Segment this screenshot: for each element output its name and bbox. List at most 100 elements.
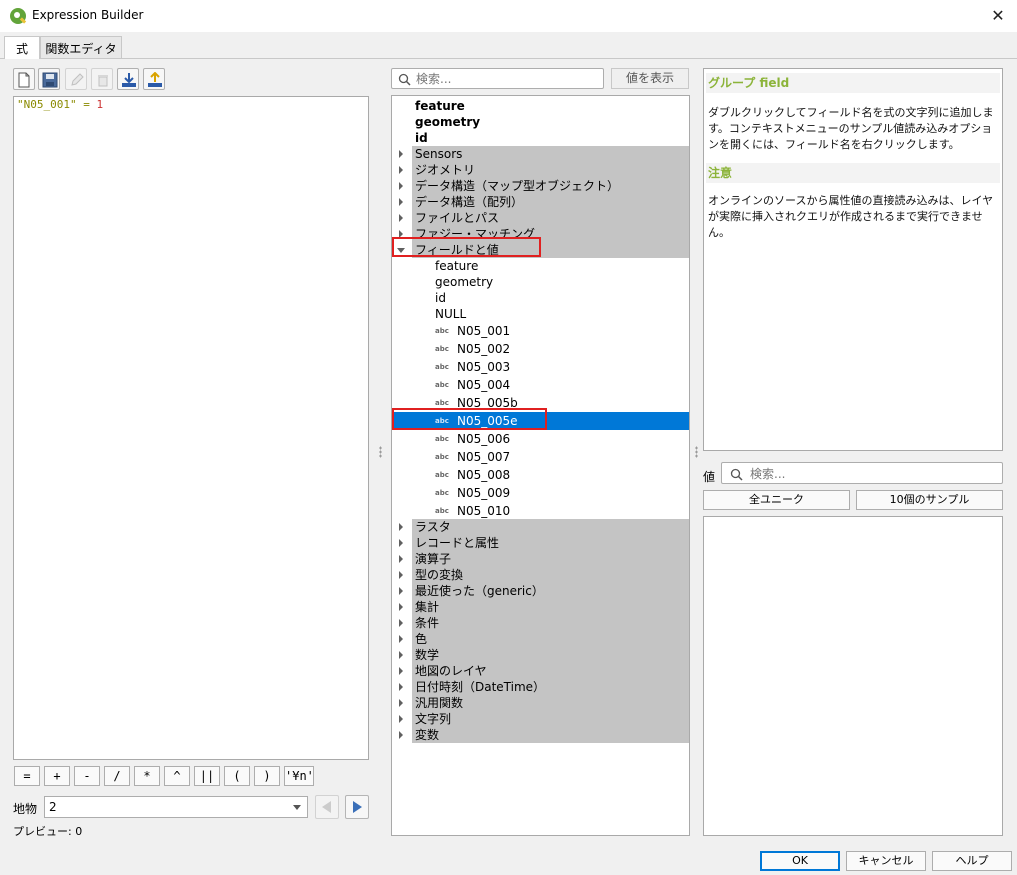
show-values-button[interactable]: 値を表示 — [611, 68, 689, 89]
tree-group-color[interactable]: 色 — [399, 631, 689, 647]
expand-arrow-icon[interactable] — [399, 651, 403, 659]
splitter-handle-right[interactable] — [695, 446, 698, 458]
expand-arrow-icon[interactable] — [399, 555, 403, 563]
function-tree[interactable]: feature geometry id Sensors ジオメトリ データ構造（… — [391, 95, 690, 836]
function-search-box[interactable] — [391, 68, 604, 89]
values-search-input[interactable] — [750, 466, 990, 482]
help-button[interactable]: ヘルプ — [932, 851, 1012, 871]
op-multiply-button[interactable]: * — [134, 766, 160, 786]
feature-combobox[interactable]: 2 — [44, 796, 308, 818]
field-name: N05_009 — [457, 486, 511, 500]
values-search-box[interactable] — [721, 462, 1003, 484]
tree-group-label: 条件 — [415, 616, 440, 630]
tree-group-string[interactable]: 文字列 — [399, 711, 689, 727]
expand-arrow-icon[interactable] — [399, 603, 403, 611]
tree-item-geometry[interactable]: geometry — [432, 274, 689, 290]
expand-arrow-icon[interactable] — [399, 683, 403, 691]
tree-item-geometry[interactable]: geometry — [412, 114, 689, 130]
tree-field-item[interactable]: abc N05_003 — [432, 358, 689, 376]
expand-arrow-icon[interactable] — [399, 667, 403, 675]
tree-group-label: ファイルとパス — [415, 211, 500, 225]
expand-arrow-icon[interactable] — [399, 198, 403, 206]
op-newline-button[interactable]: '¥n' — [284, 766, 314, 786]
op-plus-button[interactable]: + — [44, 766, 70, 786]
tree-field-item[interactable]: abc N05_002 — [432, 340, 689, 358]
all-unique-button[interactable]: 全ユニーク — [703, 490, 850, 510]
close-button[interactable]: ✕ — [980, 3, 1016, 29]
tree-field-item[interactable]: abc N05_004 — [432, 376, 689, 394]
expand-arrow-icon[interactable] — [399, 214, 403, 222]
export-button[interactable] — [143, 68, 165, 90]
tree-group-geometry[interactable]: ジオメトリ — [399, 162, 689, 178]
expand-arrow-icon[interactable] — [399, 166, 403, 174]
tree-field-item[interactable]: abc N05_009 — [432, 484, 689, 502]
tree-group-conversions[interactable]: 型の変換 — [399, 567, 689, 583]
tree-field-item[interactable]: abc N05_006 — [432, 430, 689, 448]
expand-arrow-icon[interactable] — [399, 539, 403, 547]
field-name: N05_003 — [457, 360, 511, 374]
tree-group-label: 汎用関数 — [415, 696, 464, 710]
tree-group-record-attributes[interactable]: レコードと属性 — [399, 535, 689, 551]
save-button[interactable] — [38, 68, 60, 90]
tree-group-raster[interactable]: ラスタ — [399, 519, 689, 535]
expand-arrow-icon[interactable] — [399, 715, 403, 723]
edit-button[interactable] — [65, 68, 87, 90]
field-name: N05_007 — [457, 450, 511, 464]
previous-feature-button[interactable] — [315, 795, 339, 819]
tree-field-item[interactable]: abc N05_008 — [432, 466, 689, 484]
op-power-button[interactable]: ^ — [164, 766, 190, 786]
tab-expression[interactable]: 式 — [4, 36, 40, 59]
save-icon — [42, 72, 58, 88]
tree-group-maps[interactable]: データ構造（マップ型オブジェクト） — [399, 178, 689, 194]
expand-arrow-icon[interactable] — [399, 523, 403, 531]
tree-field-item[interactable]: abc N05_007 — [432, 448, 689, 466]
chevron-down-icon — [293, 805, 301, 810]
op-equals-button[interactable]: = — [14, 766, 40, 786]
op-divide-button[interactable]: / — [104, 766, 130, 786]
tree-field-item[interactable]: abc N05_001 — [432, 322, 689, 340]
tree-item-feature[interactable]: feature — [412, 98, 689, 114]
tree-item-id[interactable]: id — [432, 290, 689, 306]
op-concat-button[interactable]: || — [194, 766, 220, 786]
ok-button[interactable]: OK — [760, 851, 840, 871]
tree-group-recent[interactable]: 最近使った（generic） — [399, 583, 689, 599]
expand-arrow-icon[interactable] — [399, 587, 403, 595]
tree-group-arrays[interactable]: データ構造（配列） — [399, 194, 689, 210]
function-search-input[interactable] — [416, 71, 596, 87]
field-name: N05_001 — [457, 324, 511, 338]
expression-editor[interactable]: "N05_001" = 1 — [13, 96, 369, 760]
op-open-paren-button[interactable]: ( — [224, 766, 250, 786]
tree-group-conditionals[interactable]: 条件 — [399, 615, 689, 631]
values-list[interactable] — [703, 516, 1003, 836]
splitter-handle-left[interactable] — [379, 446, 382, 458]
next-feature-button[interactable] — [345, 795, 369, 819]
tree-group-operators[interactable]: 演算子 — [399, 551, 689, 567]
tree-item-feature[interactable]: feature — [432, 258, 689, 274]
tab-function-editor[interactable]: 関数エディタ — [40, 36, 122, 58]
tree-group-sensors[interactable]: Sensors — [399, 146, 689, 162]
expand-arrow-icon[interactable] — [399, 699, 403, 707]
tree-group-files-paths[interactable]: ファイルとパス — [399, 210, 689, 226]
import-button[interactable] — [117, 68, 139, 90]
expand-arrow-icon[interactable] — [399, 619, 403, 627]
ten-samples-button[interactable]: 10個のサンプル — [856, 490, 1003, 510]
op-close-paren-button[interactable]: ) — [254, 766, 280, 786]
delete-button[interactable] — [91, 68, 113, 90]
expand-arrow-icon[interactable] — [399, 571, 403, 579]
tree-group-aggregates[interactable]: 集計 — [399, 599, 689, 615]
tree-field-item[interactable]: abc N05_010 — [432, 502, 689, 520]
expand-arrow-icon[interactable] — [399, 182, 403, 190]
cancel-button[interactable]: キャンセル — [846, 851, 926, 871]
tree-group-map-layers[interactable]: 地図のレイヤ — [399, 663, 689, 679]
expand-arrow-icon[interactable] — [399, 635, 403, 643]
tree-item-null[interactable]: NULL — [432, 306, 689, 322]
new-file-button[interactable] — [13, 68, 35, 90]
tree-group-variables[interactable]: 変数 — [399, 727, 689, 743]
tree-group-general[interactable]: 汎用関数 — [399, 695, 689, 711]
expand-arrow-icon[interactable] — [399, 731, 403, 739]
tree-group-datetime[interactable]: 日付時刻（DateTime） — [399, 679, 689, 695]
tree-group-math[interactable]: 数学 — [399, 647, 689, 663]
expand-arrow-icon[interactable] — [399, 150, 403, 158]
tree-item-id[interactable]: id — [412, 130, 689, 146]
op-minus-button[interactable]: - — [74, 766, 100, 786]
